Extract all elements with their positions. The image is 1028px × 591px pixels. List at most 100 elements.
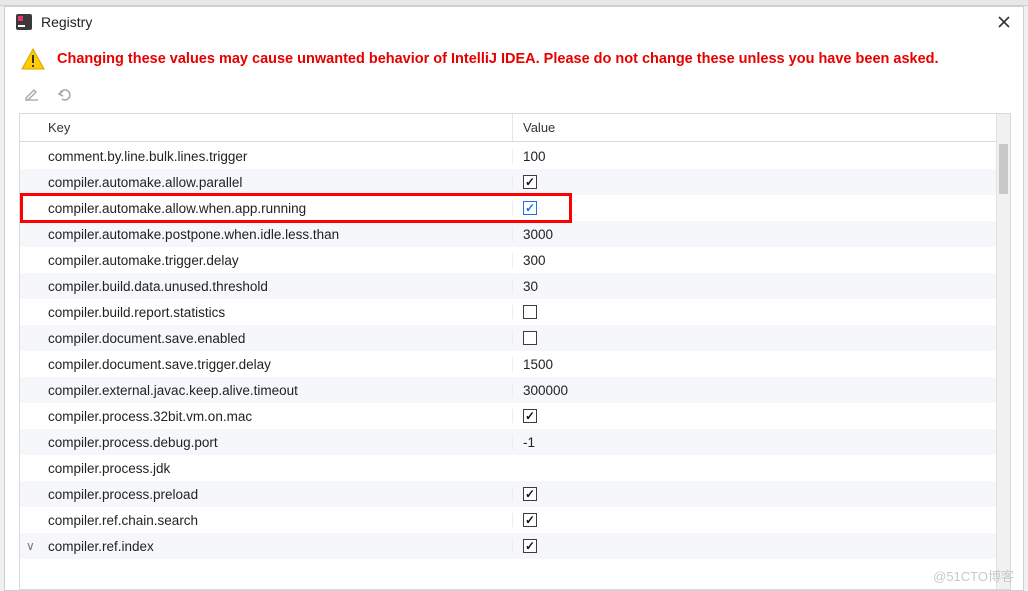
registry-key-label: compiler.process.debug.port <box>48 435 218 450</box>
registry-value-text: 300000 <box>523 383 568 398</box>
registry-key-cell[interactable]: compiler.external.javac.keep.alive.timeo… <box>20 383 512 398</box>
registry-key-label: compiler.external.javac.keep.alive.timeo… <box>48 383 298 398</box>
table-row[interactable]: compiler.process.jdk <box>20 455 1010 481</box>
close-icon <box>998 16 1010 28</box>
chevron-down-icon[interactable]: ∨ <box>26 539 35 553</box>
registry-key-label: compiler.automake.postpone.when.idle.les… <box>48 227 339 242</box>
checkbox[interactable] <box>523 539 537 553</box>
pencil-icon <box>23 85 41 103</box>
warning-icon <box>21 47 45 71</box>
checkbox[interactable] <box>523 331 537 345</box>
column-header-value[interactable]: Value <box>512 114 1010 141</box>
checkbox[interactable] <box>523 201 537 215</box>
undo-icon <box>55 85 73 103</box>
registry-value-cell[interactable]: 3000 <box>512 227 1010 242</box>
registry-value-text: 30 <box>523 279 538 294</box>
registry-key-cell[interactable]: compiler.document.save.enabled <box>20 331 512 346</box>
registry-key-label: compiler.process.preload <box>48 487 198 502</box>
warning-banner: Changing these values may cause unwanted… <box>5 37 1023 83</box>
registry-key-cell[interactable]: compiler.document.save.trigger.delay <box>20 357 512 372</box>
edit-button[interactable] <box>23 85 41 103</box>
close-button[interactable] <box>995 13 1013 31</box>
registry-key-cell[interactable]: compiler.process.debug.port <box>20 435 512 450</box>
table-row[interactable]: compiler.external.javac.keep.alive.timeo… <box>20 377 1010 403</box>
warning-text: Changing these values may cause unwanted… <box>57 50 939 69</box>
registry-key-cell[interactable]: ∨ compiler.ref.index <box>20 539 512 554</box>
registry-value-cell[interactable]: 1500 <box>512 357 1010 372</box>
table-row[interactable]: compiler.ref.chain.search <box>20 507 1010 533</box>
table-row[interactable]: ∨ compiler.ref.index <box>20 533 1010 559</box>
table-row[interactable]: compiler.document.save.trigger.delay 1500 <box>20 351 1010 377</box>
registry-value-cell[interactable] <box>512 513 1010 527</box>
registry-key-cell[interactable]: compiler.automake.postpone.when.idle.les… <box>20 227 512 242</box>
registry-key-cell[interactable]: compiler.ref.chain.search <box>20 513 512 528</box>
registry-value-text: 1500 <box>523 357 553 372</box>
registry-value-text: 3000 <box>523 227 553 242</box>
table-row[interactable]: compiler.process.preload <box>20 481 1010 507</box>
registry-value-cell[interactable]: 100 <box>512 149 1010 164</box>
table-row[interactable]: compiler.automake.allow.when.app.running <box>20 195 1010 221</box>
registry-value-cell[interactable] <box>512 201 1010 215</box>
registry-key-cell[interactable]: compiler.build.report.statistics <box>20 305 512 320</box>
table-row[interactable]: compiler.build.data.unused.threshold 30 <box>20 273 1010 299</box>
registry-key-label: compiler.document.save.enabled <box>48 331 245 346</box>
registry-key-cell[interactable]: compiler.automake.allow.when.app.running <box>20 201 512 216</box>
registry-value-cell[interactable] <box>512 305 1010 319</box>
table-row[interactable]: compiler.process.debug.port -1 <box>20 429 1010 455</box>
registry-value-cell[interactable] <box>512 409 1010 423</box>
registry-value-cell[interactable] <box>512 539 1010 553</box>
registry-dialog: Registry Changing these values may cause… <box>4 6 1024 591</box>
registry-value-cell[interactable]: 30 <box>512 279 1010 294</box>
table-body: comment.by.line.bulk.lines.trigger100com… <box>20 143 1010 589</box>
checkbox[interactable] <box>523 487 537 501</box>
checkbox[interactable] <box>523 305 537 319</box>
registry-value-cell[interactable] <box>512 175 1010 189</box>
undo-button[interactable] <box>55 85 73 103</box>
registry-key-cell[interactable]: compiler.process.preload <box>20 487 512 502</box>
checkbox[interactable] <box>523 513 537 527</box>
table-row[interactable]: comment.by.line.bulk.lines.trigger 100 <box>20 143 1010 169</box>
registry-value-cell[interactable] <box>512 487 1010 501</box>
registry-key-label: compiler.process.jdk <box>48 461 170 476</box>
app-icon <box>15 13 33 31</box>
column-header-key[interactable]: Key <box>20 114 512 141</box>
registry-key-label: compiler.process.32bit.vm.on.mac <box>48 409 252 424</box>
toolbar <box>5 83 1023 113</box>
registry-value-cell[interactable]: 300000 <box>512 383 1010 398</box>
registry-key-cell[interactable]: compiler.automake.trigger.delay <box>20 253 512 268</box>
checkbox[interactable] <box>523 409 537 423</box>
table-row[interactable]: compiler.automake.trigger.delay 300 <box>20 247 1010 273</box>
registry-key-cell[interactable]: compiler.process.jdk <box>20 461 512 476</box>
registry-key-cell[interactable]: compiler.process.32bit.vm.on.mac <box>20 409 512 424</box>
registry-key-label: comment.by.line.bulk.lines.trigger <box>48 149 247 164</box>
registry-key-cell[interactable]: comment.by.line.bulk.lines.trigger <box>20 149 512 164</box>
registry-key-label: compiler.ref.index <box>48 539 154 554</box>
dialog-title: Registry <box>41 14 987 30</box>
registry-key-label: compiler.automake.allow.when.app.running <box>48 201 306 216</box>
registry-key-cell[interactable]: compiler.automake.allow.parallel <box>20 175 512 190</box>
registry-value-text: 300 <box>523 253 546 268</box>
registry-key-label: compiler.build.data.unused.threshold <box>48 279 268 294</box>
table-row[interactable]: compiler.automake.postpone.when.idle.les… <box>20 221 1010 247</box>
table-header: Key Value <box>20 114 1010 142</box>
vertical-scrollbar[interactable] <box>996 114 1010 589</box>
registry-key-label: compiler.automake.trigger.delay <box>48 253 239 268</box>
registry-key-label: compiler.ref.chain.search <box>48 513 198 528</box>
table-row[interactable]: compiler.process.32bit.vm.on.mac <box>20 403 1010 429</box>
table-row[interactable]: compiler.build.report.statistics <box>20 299 1010 325</box>
registry-value-cell[interactable]: -1 <box>512 435 1010 450</box>
registry-key-label: compiler.build.report.statistics <box>48 305 225 320</box>
scroll-thumb[interactable] <box>999 144 1008 194</box>
registry-value-text: 100 <box>523 149 546 164</box>
registry-value-text: -1 <box>523 435 535 450</box>
registry-value-cell[interactable]: 300 <box>512 253 1010 268</box>
registry-key-label: compiler.document.save.trigger.delay <box>48 357 271 372</box>
registry-key-cell[interactable]: compiler.build.data.unused.threshold <box>20 279 512 294</box>
table-row[interactable]: compiler.document.save.enabled <box>20 325 1010 351</box>
checkbox[interactable] <box>523 175 537 189</box>
registry-value-cell[interactable] <box>512 331 1010 345</box>
registry-key-label: compiler.automake.allow.parallel <box>48 175 242 190</box>
table-row[interactable]: compiler.automake.allow.parallel <box>20 169 1010 195</box>
registry-table: Key Value comment.by.line.bulk.lines.tri… <box>19 113 1011 590</box>
title-bar: Registry <box>5 7 1023 37</box>
